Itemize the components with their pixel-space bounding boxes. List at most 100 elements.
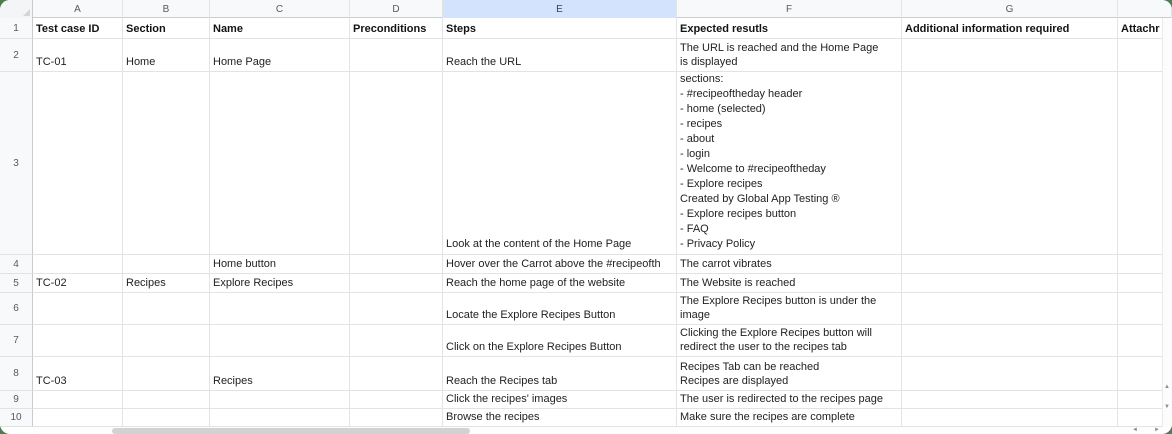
cell-e2[interactable]: Reach the URL [443,39,677,72]
scroll-right-icon[interactable]: ► [1152,427,1162,434]
scroll-left-icon[interactable]: ◄ [1130,427,1140,434]
cell-b7[interactable] [123,325,210,357]
cell-a10[interactable] [33,409,123,427]
cell-f4[interactable]: The carrot vibrates [677,255,902,274]
horizontal-scrollbar[interactable] [33,427,1162,434]
table-row: 3 Look at the content of the Home Page T… [0,72,1172,255]
cell-f7[interactable]: Clicking the Explore Recipes button will… [677,325,902,357]
cell-b8[interactable] [123,357,210,391]
cell-a5[interactable]: TC-02 [33,274,123,293]
cell-c5[interactable]: Explore Recipes [210,274,350,293]
row-header-1[interactable]: 1 [0,18,33,39]
cell-a6[interactable] [33,293,123,325]
row-header-5[interactable]: 5 [0,274,33,293]
table-row: 6 Locate the Explore Recipes Button The … [0,293,1172,325]
cell-d2[interactable] [350,39,443,72]
column-header-h[interactable] [1118,0,1172,18]
cell-d1[interactable]: Preconditions [350,18,443,39]
cell-c4[interactable]: Home button [210,255,350,274]
cell-c1[interactable]: Name [210,18,350,39]
cell-g3[interactable] [902,72,1118,255]
cell-a4[interactable] [33,255,123,274]
cell-f8[interactable]: Recipes Tab can be reached Recipes are d… [677,357,902,391]
cell-e1[interactable]: Steps [443,18,677,39]
cell-g4[interactable] [902,255,1118,274]
row-header-9[interactable]: 9 [0,391,33,409]
cell-c8[interactable]: Recipes [210,357,350,391]
row-header-3[interactable]: 3 [0,72,33,255]
select-all-corner[interactable] [0,0,33,18]
cell-g8[interactable] [902,357,1118,391]
row-header-4[interactable]: 4 [0,255,33,274]
cell-b5[interactable]: Recipes [123,274,210,293]
cell-a1[interactable]: Test case ID [33,18,123,39]
cell-f1[interactable]: Expected resutls [677,18,902,39]
cell-d3[interactable] [350,72,443,255]
vertical-scrollbar[interactable]: ▲ ▼ [1162,18,1172,427]
row-header-2[interactable]: 2 [0,39,33,72]
cell-c3[interactable] [210,72,350,255]
cell-g5[interactable] [902,274,1118,293]
row-header-7[interactable]: 7 [0,325,33,357]
cell-b3[interactable] [123,72,210,255]
column-header-d[interactable]: D [350,0,443,18]
cell-f6[interactable]: The Explore Recipes button is under the … [677,293,902,325]
scroll-down-icon[interactable]: ▼ [1163,403,1171,411]
cell-f3[interactable]: The Home Page contains the following sec… [677,72,902,255]
cell-c10[interactable] [210,409,350,427]
table-row: 10 Browse the recipes Make sure the reci… [0,409,1172,427]
cell-a3[interactable] [33,72,123,255]
cell-f5[interactable]: The Website is reached [677,274,902,293]
cell-a7[interactable] [33,325,123,357]
cell-a2[interactable]: TC-01 [33,39,123,72]
column-header-a[interactable]: A [33,0,123,18]
cell-e9[interactable]: Click the recipes' images [443,391,677,409]
cell-g2[interactable] [902,39,1118,72]
cell-c2[interactable]: Home Page [210,39,350,72]
cell-f2[interactable]: The URL is reached and the Home Page is … [677,39,902,72]
cell-d4[interactable] [350,255,443,274]
cell-e10[interactable]: Browse the recipes [443,409,677,427]
cell-b1[interactable]: Section [123,18,210,39]
cell-f9[interactable]: The user is redirected to the recipes pa… [677,391,902,409]
cell-b4[interactable] [123,255,210,274]
cell-a8[interactable]: TC-03 [33,357,123,391]
row-header-6[interactable]: 6 [0,293,33,325]
column-header-e[interactable]: E [443,0,677,18]
column-header-c[interactable]: C [210,0,350,18]
cell-c9[interactable] [210,391,350,409]
cell-b9[interactable] [123,391,210,409]
cell-g1[interactable]: Additional information required [902,18,1118,39]
cell-e5[interactable]: Reach the home page of the website [443,274,677,293]
horizontal-scrollbar-thumb[interactable] [112,428,470,434]
cell-e3[interactable]: Look at the content of the Home Page [443,72,677,255]
row-header-8[interactable]: 8 [0,357,33,391]
cell-d10[interactable] [350,409,443,427]
cell-d6[interactable] [350,293,443,325]
cell-e8[interactable]: Reach the Recipes tab [443,357,677,391]
row-header-10[interactable]: 10 [0,409,33,427]
cell-g7[interactable] [902,325,1118,357]
cell-f10[interactable]: Make sure the recipes are complete [677,409,902,427]
column-header-f[interactable]: F [677,0,902,18]
cell-e6[interactable]: Locate the Explore Recipes Button [443,293,677,325]
cell-d9[interactable] [350,391,443,409]
cell-g6[interactable] [902,293,1118,325]
table-row: 5 TC-02 Recipes Explore Recipes Reach th… [0,274,1172,293]
column-header-b[interactable]: B [123,0,210,18]
cell-d8[interactable] [350,357,443,391]
cell-b10[interactable] [123,409,210,427]
cell-g9[interactable] [902,391,1118,409]
cell-b2[interactable]: Home [123,39,210,72]
cell-b6[interactable] [123,293,210,325]
cell-e4[interactable]: Hover over the Carrot above the #recipeo… [443,255,677,274]
column-header-g[interactable]: G [902,0,1118,18]
cell-a9[interactable] [33,391,123,409]
cell-d7[interactable] [350,325,443,357]
cell-e7[interactable]: Click on the Explore Recipes Button [443,325,677,357]
cell-c7[interactable] [210,325,350,357]
cell-g10[interactable] [902,409,1118,427]
cell-d5[interactable] [350,274,443,293]
cell-c6[interactable] [210,293,350,325]
scroll-up-icon[interactable]: ▲ [1163,383,1171,391]
